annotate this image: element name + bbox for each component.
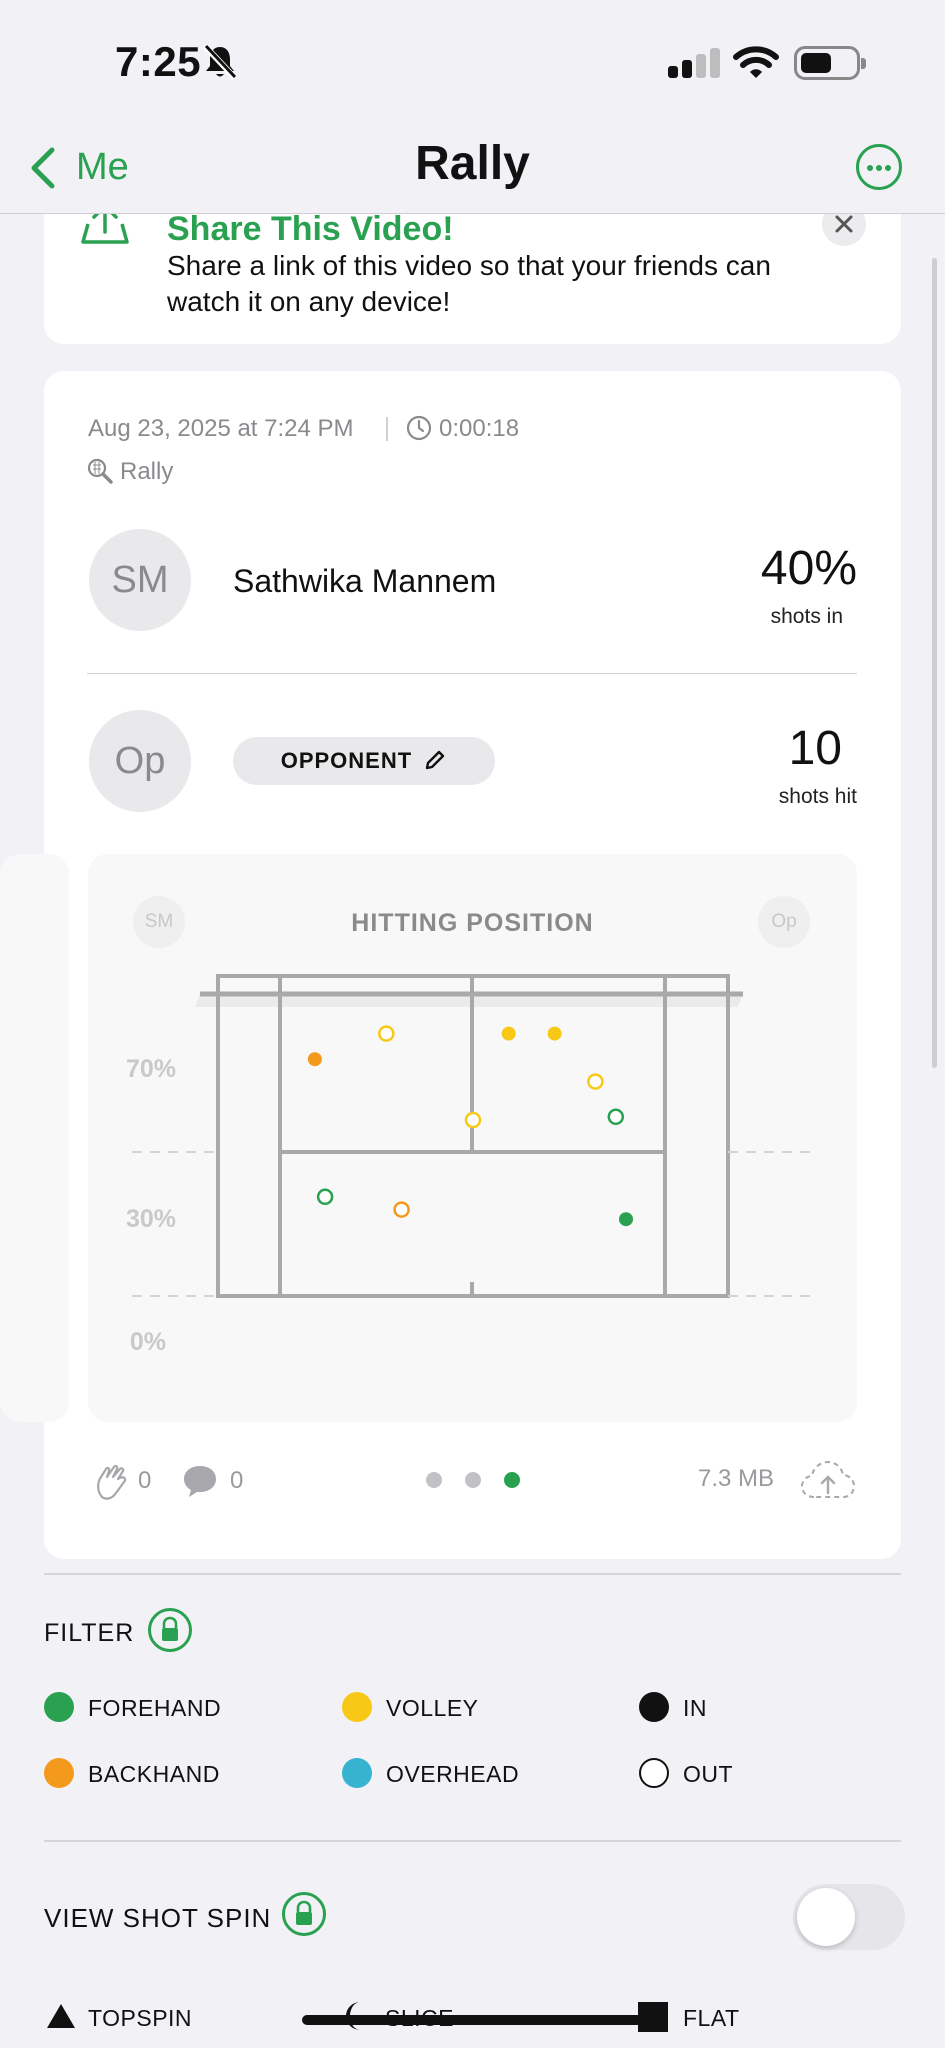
flat-icon — [638, 2002, 668, 2032]
filter-title: FILTER — [44, 1619, 135, 1647]
home-indicator — [302, 2015, 642, 2025]
previous-chart-page[interactable] — [0, 854, 69, 1422]
page-dot-1[interactable] — [426, 1472, 442, 1488]
share-banner: Share This Video! Share a link of this v… — [44, 214, 901, 344]
session-date: Aug 23, 2025 at 7:24 PM — [88, 415, 354, 442]
filter-dot-overhead[interactable] — [342, 1758, 372, 1788]
filter-label-volley[interactable]: VOLLEY — [386, 1695, 479, 1722]
lock-icon — [296, 1900, 312, 1925]
shot-point-2 — [378, 1025, 395, 1042]
session-card: Aug 23, 2025 at 7:24 PM 0:00:18 Rally SM… — [0, 371, 901, 1559]
scrollbar[interactable] — [932, 258, 937, 1068]
hitting-position-chart[interactable]: SM Op HITTING POSITION 70% 30% 0% — [88, 854, 857, 1422]
scroll-content[interactable]: Share This Video! Share a link of this v… — [0, 214, 945, 2048]
comments-count: 0 — [230, 1467, 244, 1494]
cloud-upload-icon[interactable] — [800, 1459, 856, 1501]
opponent-edit-button[interactable]: OPPONENT — [233, 737, 495, 785]
cellular-signal-icon — [668, 48, 720, 78]
status-time: 7:25 — [115, 38, 202, 85]
racket-icon — [87, 458, 113, 484]
likes-count: 0 — [138, 1467, 152, 1494]
filter-label-out[interactable]: OUT — [683, 1761, 733, 1788]
spin-legend-topspin: TOPSPIN — [88, 2005, 193, 2031]
share-banner-text-line1: Share a link of this video so that your … — [167, 250, 771, 281]
tennis-court — [132, 974, 816, 1298]
player-avatar[interactable]: SM — [89, 529, 191, 631]
filter-label-backhand[interactable]: BACKHAND — [88, 1761, 220, 1788]
shot-point-5 — [587, 1073, 604, 1090]
player-stat-label: shots in — [770, 605, 843, 628]
filter-dot-forehand[interactable] — [44, 1692, 74, 1722]
spin-toggle[interactable] — [793, 1884, 905, 1950]
nav-bar: Me Rally — [0, 100, 945, 214]
share-banner-title: Share This Video! — [167, 214, 454, 248]
shot-point-4 — [547, 1026, 562, 1041]
session-type: Rally — [120, 458, 174, 485]
opponent-avatar[interactable]: Op — [89, 710, 191, 812]
more-dot — [876, 165, 882, 171]
filter-dot-in[interactable] — [639, 1692, 669, 1722]
spin-title: VIEW SHOT SPIN — [44, 1903, 272, 1933]
meta-divider — [386, 417, 388, 441]
spin-legend-flat: FLAT — [683, 2005, 740, 2031]
wifi-icon — [733, 46, 779, 78]
page-dot-2[interactable] — [465, 1472, 481, 1488]
session-duration: 0:00:18 — [439, 415, 520, 442]
more-options-button[interactable] — [856, 144, 902, 190]
share-banner-close-button[interactable] — [822, 214, 866, 246]
filter-divider — [44, 1573, 901, 1575]
player-stat-value: 40% — [760, 542, 857, 595]
shot-point-6 — [464, 1111, 482, 1129]
player-name: Sathwika Mannem — [233, 563, 497, 599]
opponent-stat-label: shots hit — [778, 785, 857, 808]
more-dot — [867, 165, 873, 171]
shot-point-7 — [607, 1108, 625, 1126]
filter-dot-out[interactable] — [639, 1758, 669, 1788]
spin-divider — [44, 1840, 901, 1842]
close-icon — [835, 215, 853, 233]
opponent-label: OPPONENT — [280, 748, 413, 773]
shot-point-9 — [393, 1201, 410, 1218]
share-banner-text-line2: watch it on any device! — [167, 286, 451, 317]
file-size: 7.3 MB — [698, 1465, 775, 1492]
share-icon — [81, 214, 129, 244]
shot-point-8 — [316, 1188, 334, 1206]
filter-dot-backhand[interactable] — [44, 1758, 74, 1788]
opponent-stat-value: 10 — [788, 722, 842, 775]
shot-point-10 — [619, 1212, 633, 1227]
bell-muted-icon — [203, 44, 237, 80]
clock-icon — [406, 415, 432, 441]
toggle-knob — [797, 1888, 855, 1946]
filter-dot-volley[interactable] — [342, 1692, 372, 1722]
spin-lock-button[interactable] — [282, 1892, 326, 1936]
comment-icon[interactable] — [182, 1463, 218, 1499]
pencil-icon — [426, 750, 445, 770]
filter-label-overhead[interactable]: OVERHEAD — [386, 1761, 519, 1788]
shot-point-1 — [307, 1052, 322, 1067]
row-divider — [87, 673, 857, 674]
page-dot-3[interactable] — [504, 1472, 520, 1488]
page-title: Rally — [415, 137, 530, 190]
filter-label-in[interactable]: IN — [683, 1695, 707, 1722]
filter-label-forehand[interactable]: FOREHAND — [88, 1695, 221, 1722]
topspin-icon — [47, 2004, 75, 2028]
shot-point-3 — [501, 1026, 516, 1041]
clap-icon[interactable] — [94, 1463, 130, 1501]
lock-icon — [162, 1616, 178, 1641]
filter-lock-button[interactable] — [148, 1608, 192, 1652]
more-dot — [885, 165, 891, 171]
battery-icon — [794, 46, 866, 80]
